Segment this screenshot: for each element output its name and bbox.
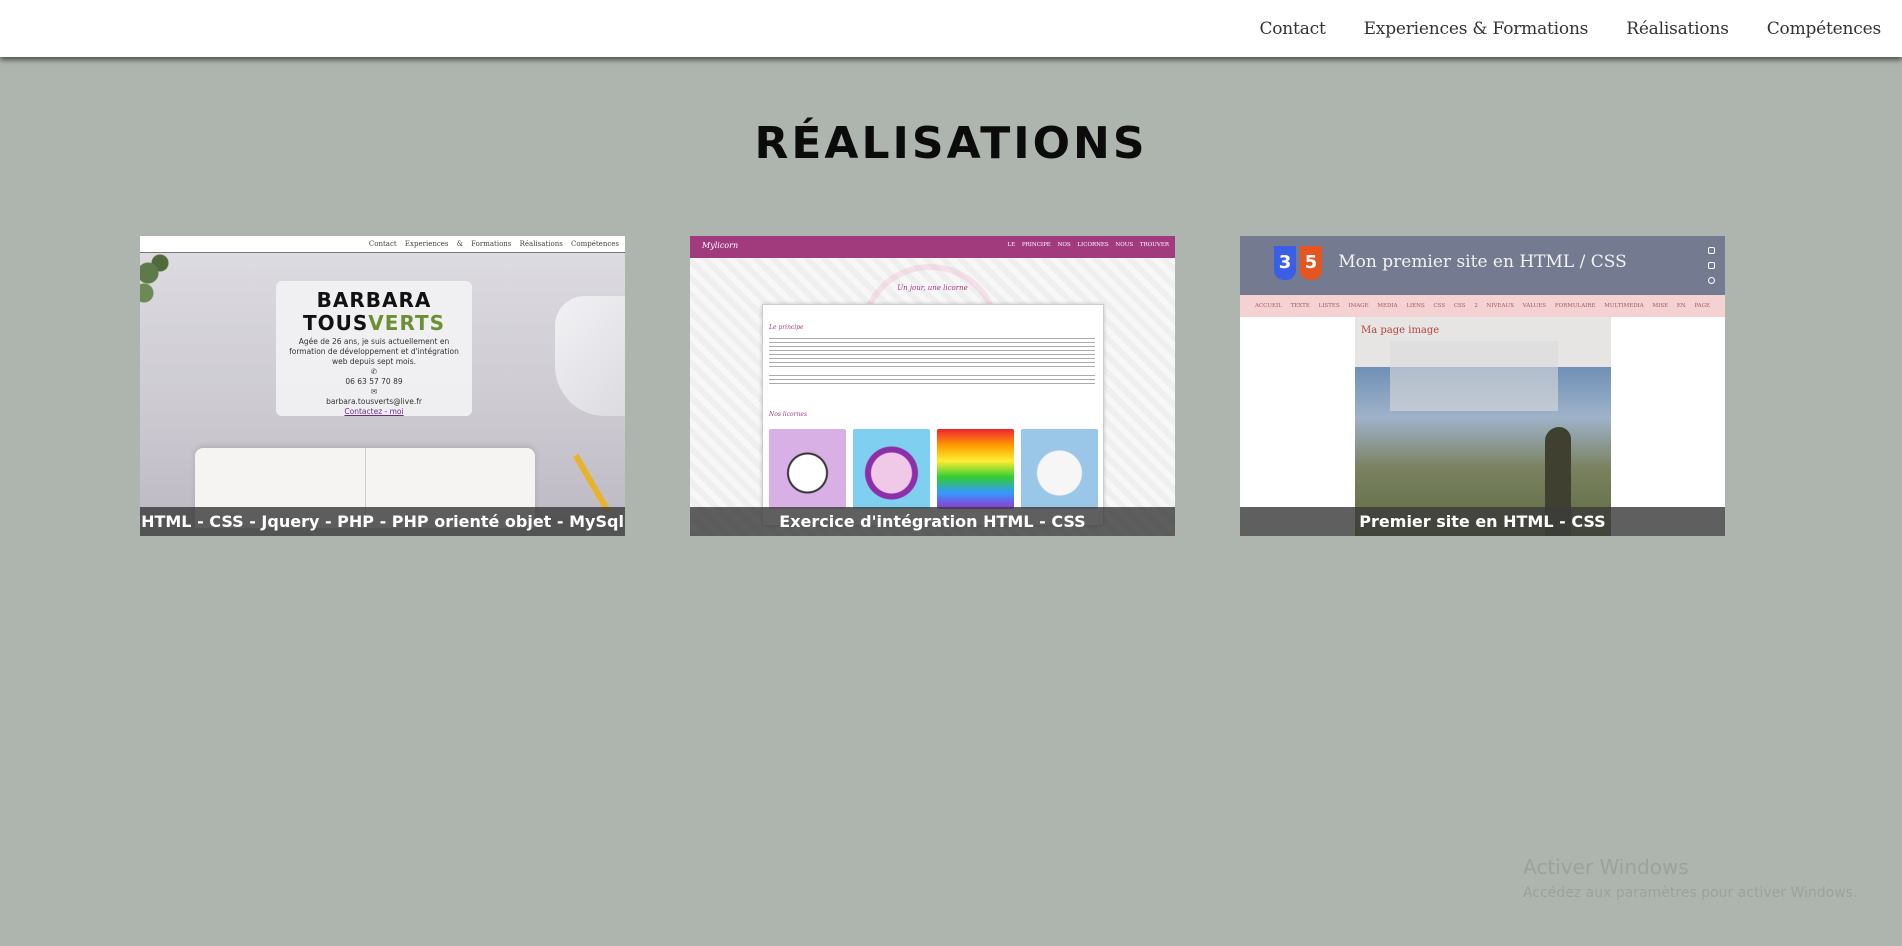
preview-header: Mylicorn LE PRINCIPE NOS LICORNES NOUS T…	[690, 236, 1175, 258]
main-nav: Contact Experiences & Formations Réalisa…	[1221, 0, 1881, 57]
nav-link-competences[interactable]: Compétences	[1767, 19, 1881, 39]
preview-text-lines	[769, 338, 1095, 368]
preview-name-last: TOUSVERTS	[276, 312, 472, 334]
windows-activation-watermark: Activer Windows Accédez aux paramètres p…	[1523, 855, 1857, 901]
instagram-icon	[1708, 277, 1715, 284]
preview-section-principle: Le principe	[769, 324, 804, 331]
preview-logo: Mylicorn	[702, 241, 739, 250]
preview-text-lines	[769, 375, 1095, 385]
preview-intro: Agée de 26 ans, je suis actuellement en …	[289, 337, 459, 366]
project-caption: Premier site en HTML - CSS	[1240, 507, 1725, 536]
preview-email: barbara.tousverts@live.fr	[326, 397, 422, 406]
preview-contact-link: Contactez - moi	[344, 407, 404, 416]
preview-page-heading: Ma page image	[1361, 325, 1440, 336]
pencil-decoration	[573, 453, 611, 514]
twitter-icon	[1708, 247, 1715, 254]
nav-link-realisations[interactable]: Réalisations	[1626, 19, 1729, 39]
watermark-title: Activer Windows	[1523, 855, 1689, 879]
preview-name-last-a: TOUS	[303, 311, 369, 335]
preview-subtitle: Un jour, une licorne	[897, 284, 968, 292]
project-card-first-site[interactable]: 3 5 Mon premier site en HTML / CSS ACCUE…	[1240, 236, 1725, 536]
preview-title: Mon premier site en HTML / CSS	[1338, 252, 1627, 272]
plant-decoration	[140, 253, 180, 303]
preview-menu: ACCUEIL TEXTE LISTES IMAGE MEDIA LIENS C…	[1240, 295, 1725, 317]
unicorn-image	[1021, 429, 1098, 509]
nav-link-contact[interactable]: Contact	[1259, 19, 1325, 39]
project-caption: HTML - CSS - Jquery - PHP - PHP orienté …	[140, 507, 625, 536]
phone-icon: ✆	[370, 367, 378, 376]
preview-phone: 06 63 57 70 89	[345, 377, 403, 386]
project-caption: Exercice d'intégration HTML - CSS	[690, 507, 1175, 536]
facebook-icon	[1708, 262, 1715, 269]
preview-header: 3 5 Mon premier site en HTML / CSS	[1240, 236, 1725, 295]
project-card-portfolio[interactable]: Contact Experiences & Formations Réalisa…	[140, 236, 625, 536]
preview-name-first: BARBARA	[316, 288, 432, 312]
preview-section-unicorns: Nos licornes	[769, 411, 808, 418]
top-navbar: Contact Experiences & Formations Réalisa…	[0, 0, 1902, 57]
project-card-unicorn[interactable]: Mylicorn LE PRINCIPE NOS LICORNES NOUS T…	[690, 236, 1175, 536]
watermark-subtitle: Accédez aux paramètres pour activer Wind…	[1523, 885, 1858, 901]
unicorn-gallery	[769, 429, 1098, 509]
preview-nav: Contact Experiences & Formations Réalisa…	[140, 236, 625, 253]
preview-profile-box: BARBARA TOUSVERTS Agée de 26 ans, je sui…	[276, 281, 472, 416]
page-title: RÉALISATIONS	[754, 118, 1148, 169]
preview-text-box	[1390, 341, 1558, 411]
preview-links: LE PRINCIPE NOS LICORNES NOUS TROUVER	[1007, 242, 1169, 248]
mug-decoration	[555, 296, 625, 416]
nav-link-experiences[interactable]: Experiences & Formations	[1364, 19, 1589, 39]
unicorn-image	[937, 429, 1014, 509]
unicorn-image	[769, 429, 846, 509]
preview-content-panel: Le principe Nos licornes	[762, 304, 1104, 526]
unicorn-image	[853, 429, 930, 509]
mail-icon: ✉	[370, 387, 378, 396]
preview-name-last-b: VERTS	[368, 311, 445, 335]
